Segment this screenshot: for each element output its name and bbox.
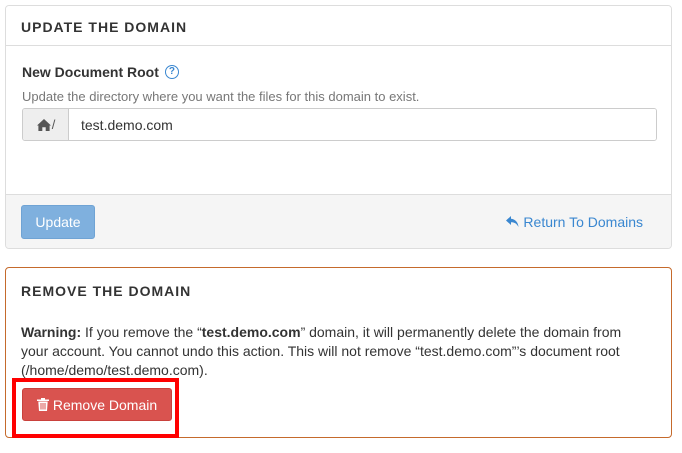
return-to-domains-link[interactable]: Return To Domains [506, 214, 643, 230]
document-root-label: New Document Root ? [22, 64, 179, 80]
remove-domain-button[interactable]: Remove Domain [22, 388, 172, 421]
document-root-input-group: / [22, 108, 657, 141]
document-root-label-text: New Document Root [22, 64, 159, 80]
update-button[interactable]: Update [21, 205, 95, 239]
remove-warning-text: Warning: If you remove the “test.demo.co… [21, 323, 651, 380]
update-panel-body: New Document Root ? Update the directory… [6, 46, 671, 194]
reply-arrow-icon [506, 216, 519, 227]
question-circle-icon[interactable]: ? [164, 65, 179, 79]
document-root-description: Update the directory where you want the … [22, 89, 420, 104]
addon-slash: / [51, 117, 56, 132]
document-root-input[interactable] [69, 109, 656, 140]
update-domain-panel: UPDATE THE DOMAIN New Document Root ? Up… [5, 5, 672, 249]
update-panel-title: UPDATE THE DOMAIN [6, 6, 671, 46]
warning-pre: If you remove the “ [81, 324, 202, 340]
warning-label: Warning: [21, 324, 82, 340]
remove-panel-title: REMOVE THE DOMAIN [21, 283, 192, 299]
document-root-addon: / [23, 109, 69, 140]
trash-icon [36, 398, 49, 411]
remove-domain-panel: REMOVE THE DOMAIN Warning: If you remove… [5, 267, 672, 438]
return-link-label: Return To Domains [523, 214, 643, 230]
remove-domain-label: Remove Domain [52, 396, 158, 413]
warning-domain: test.demo.com [201, 324, 301, 340]
update-panel-footer: Update Return To Domains [6, 194, 671, 248]
home-icon [36, 118, 51, 131]
